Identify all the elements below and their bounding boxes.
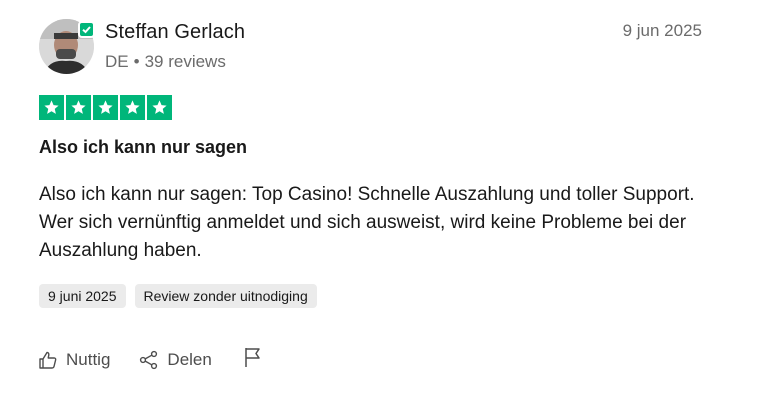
- unprompted-review-tag[interactable]: Review zonder uitnodiging: [134, 284, 317, 308]
- share-button[interactable]: Delen: [139, 349, 212, 370]
- review-body: Also ich kann nur sagen: Top Casino! Sch…: [39, 184, 695, 261]
- share-label: Delen: [167, 349, 212, 369]
- reviewer-name[interactable]: Steffan Gerlach: [105, 21, 245, 44]
- review-tags: 9 juni 2025 Review zonder uitnodiging: [39, 284, 317, 308]
- reviewer-review-count: 39 reviews: [144, 52, 226, 71]
- star-icon: [147, 95, 172, 120]
- review-card: Steffan Gerlach DE • 39 reviews 9 jun 2025…: [0, 0, 765, 402]
- reviewer-meta: DE • 39 reviews: [105, 52, 226, 72]
- review-title: Also ich kann nur sagen: [39, 137, 248, 157]
- star-icon: [120, 95, 145, 120]
- review-actions: Nuttig Delen: [38, 346, 263, 373]
- thumbs-up-icon: [39, 351, 57, 369]
- date-of-experience-tag: 9 juni 2025: [39, 284, 126, 308]
- review-date: 9 jun 2025: [622, 21, 702, 40]
- star-icon: [66, 95, 91, 120]
- star-rating: [39, 95, 172, 120]
- star-icon: [93, 95, 118, 120]
- useful-label: Nuttig: [66, 349, 111, 369]
- useful-button[interactable]: Nuttig: [38, 350, 110, 370]
- report-button[interactable]: [243, 346, 263, 373]
- star-icon: [39, 95, 64, 120]
- flag-icon: [245, 348, 260, 367]
- meta-separator: •: [133, 52, 140, 71]
- verified-check-icon: [78, 21, 95, 38]
- share-icon: [140, 350, 158, 369]
- reviewer-country: DE: [105, 52, 129, 71]
